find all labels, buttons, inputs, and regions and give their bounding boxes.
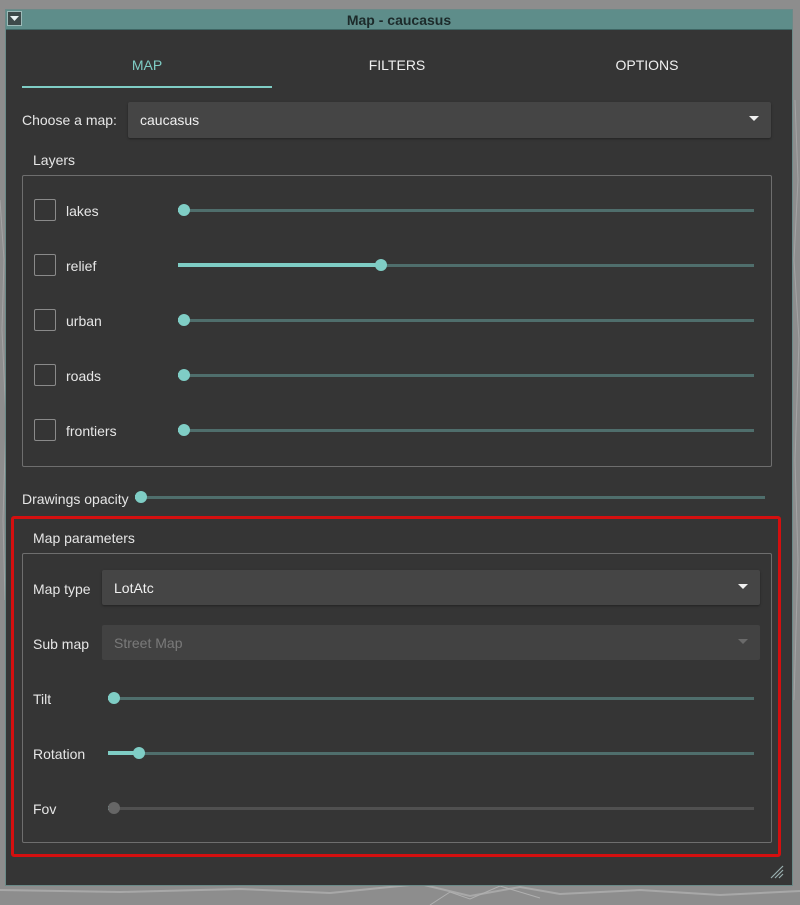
- window-title: Map - caucasus: [346, 12, 452, 28]
- urban-checkbox[interactable]: [34, 309, 56, 331]
- roads-checkbox[interactable]: [34, 364, 56, 386]
- tab-map[interactable]: MAP: [22, 52, 272, 88]
- urban-opacity-slider[interactable]: [178, 313, 754, 327]
- slider-handle[interactable]: [178, 204, 190, 216]
- tab-bar: MAP FILTERS OPTIONS: [22, 52, 772, 88]
- tab-filters-label: FILTERS: [368, 57, 426, 73]
- roads-label: roads: [66, 368, 102, 384]
- map-select-value: caucasus: [140, 112, 200, 128]
- frontiers-opacity-slider[interactable]: [178, 423, 754, 437]
- resize-grip-icon[interactable]: [770, 865, 784, 879]
- tab-options[interactable]: OPTIONS: [522, 52, 772, 88]
- urban-label: urban: [66, 313, 102, 329]
- lakes-opacity-slider[interactable]: [178, 203, 754, 217]
- roads-opacity-slider[interactable]: [178, 368, 754, 382]
- relief-opacity-slider[interactable]: [178, 258, 754, 272]
- window-titlebar[interactable]: Map - caucasus: [6, 10, 792, 30]
- layers-title: Layers: [33, 152, 76, 168]
- frontiers-checkbox[interactable]: [34, 419, 56, 441]
- slider-handle[interactable]: [178, 424, 190, 436]
- slider-handle[interactable]: [178, 314, 190, 326]
- map-select-dropdown[interactable]: caucasus: [128, 102, 771, 138]
- frontiers-label: frontiers: [66, 423, 117, 439]
- chevron-down-icon: [749, 116, 759, 121]
- relief-label: relief: [66, 258, 97, 274]
- tab-filters[interactable]: FILTERS: [272, 52, 522, 88]
- drawings-opacity-slider[interactable]: [135, 490, 765, 504]
- lakes-label: lakes: [66, 203, 99, 219]
- active-tab-indicator: [22, 86, 272, 88]
- lakes-checkbox[interactable]: [34, 199, 56, 221]
- choose-map-label: Choose a map:: [22, 112, 117, 128]
- drawings-opacity-label: Drawings opacity: [22, 491, 129, 507]
- tab-map-label: MAP: [131, 57, 163, 73]
- relief-checkbox[interactable]: [34, 254, 56, 276]
- highlight-box: [11, 516, 781, 857]
- slider-handle[interactable]: [135, 491, 147, 503]
- slider-handle[interactable]: [178, 369, 190, 381]
- tab-options-label: OPTIONS: [615, 57, 679, 73]
- slider-handle[interactable]: [375, 259, 388, 271]
